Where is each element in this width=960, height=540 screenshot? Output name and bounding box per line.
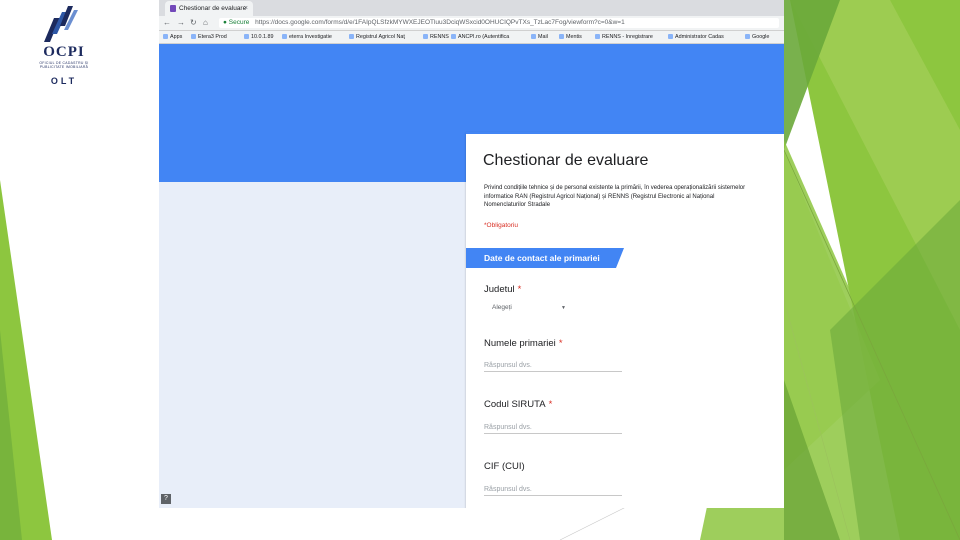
bookmarks-bar: Apps Etera3 Prod 10.0.1.89 eterra Invest… xyxy=(159,31,784,44)
back-icon[interactable]: ← xyxy=(163,17,171,29)
browser-screenshot: Chestionar de evaluare × ← → ↻ ⌂ ● Secur… xyxy=(159,0,784,508)
form-description: Privind condițiile tehnice și de persona… xyxy=(484,185,746,209)
bookmark-item[interactable]: 10.0.1.89 xyxy=(244,31,273,43)
bookmark-icon xyxy=(559,34,564,39)
bookmark-item[interactable]: Apps xyxy=(163,31,182,43)
help-icon[interactable]: ? xyxy=(161,494,171,504)
bookmark-icon xyxy=(595,34,600,39)
ocpi-emblem-icon xyxy=(44,6,78,42)
bookmark-item[interactable]: RENNS xyxy=(423,31,449,43)
home-icon[interactable]: ⌂ xyxy=(203,17,208,29)
tab-title: Chestionar de evaluare xyxy=(179,5,247,12)
browser-tab[interactable]: Chestionar de evaluare × xyxy=(165,1,253,16)
bookmark-item[interactable]: Administrator Cadas xyxy=(668,31,724,43)
chevron-down-icon: ▼ xyxy=(561,305,566,311)
bookmark-item[interactable]: Etera3 Prod xyxy=(191,31,227,43)
question-cif: CIF (CUI) xyxy=(484,461,525,472)
bookmark-icon xyxy=(191,34,196,39)
logo-county: OLT xyxy=(50,76,78,86)
tab-bar: Chestionar de evaluare × xyxy=(159,0,784,16)
bookmark-item[interactable]: RENNS - Inregistrare xyxy=(595,31,653,43)
bookmark-item[interactable]: Mentis xyxy=(559,31,582,43)
question-numele-primariei: Numele primariei * xyxy=(484,338,563,349)
form-title: Chestionar de evaluare xyxy=(483,152,649,169)
mail-icon xyxy=(531,34,536,39)
lock-icon: ● xyxy=(223,19,227,26)
question-judetul: Judetul * xyxy=(484,284,522,295)
bookmark-icon xyxy=(423,34,428,39)
bookmark-item[interactable]: ANCPI.ro (Autentifica xyxy=(451,31,509,43)
apps-icon xyxy=(163,34,168,39)
bookmark-icon xyxy=(349,34,354,39)
cif-input[interactable]: Răspunsul dvs. xyxy=(484,484,622,496)
bookmark-item[interactable]: Google xyxy=(745,31,769,43)
bookmark-icon xyxy=(244,34,249,39)
logo-subtitle: OFICIUL DE CADASTRU ȘI PUBLICITATE IMOBI… xyxy=(39,61,89,69)
secure-label: Secure xyxy=(228,19,250,26)
select-value: Alegeți xyxy=(492,304,512,311)
url-input[interactable]: ● Secure https://docs.google.com/forms/d… xyxy=(219,18,779,28)
judetul-select[interactable]: Alegeți ▼ xyxy=(484,301,570,315)
section-header: Date de contact ale primariei xyxy=(466,248,624,268)
bookmark-icon xyxy=(282,34,287,39)
bookmark-icon xyxy=(668,34,673,39)
google-forms-favicon-icon xyxy=(170,5,176,12)
bookmark-item[interactable]: Mail xyxy=(531,31,548,43)
question-codul-siruta: Codul SIRUTA * xyxy=(484,399,553,410)
bookmark-item[interactable]: Registrul Agricol Naţ xyxy=(349,31,405,43)
form-accent-bar xyxy=(466,132,784,134)
bookmark-icon xyxy=(451,34,456,39)
bookmark-item[interactable]: eterra Investigatie xyxy=(282,31,332,43)
required-star: * xyxy=(558,338,563,349)
required-star: * xyxy=(517,284,522,295)
section-title: Date de contact ale primariei xyxy=(484,253,600,263)
reload-icon[interactable]: ↻ xyxy=(190,17,197,29)
google-icon xyxy=(745,34,750,39)
codul-siruta-input[interactable]: Răspunsul dvs. xyxy=(484,422,622,434)
tab-close-icon[interactable]: × xyxy=(244,1,248,16)
required-note: *Obligatoriu xyxy=(484,222,518,229)
address-bar: ← → ↻ ⌂ ● Secure https://docs.google.com… xyxy=(159,16,784,31)
form-card: Chestionar de evaluare Privind condițiil… xyxy=(466,132,784,508)
url-text: https://docs.google.com/forms/d/e/1FAIpQ… xyxy=(255,19,625,26)
forward-icon[interactable]: → xyxy=(177,17,185,29)
required-star: * xyxy=(548,399,553,410)
numele-primariei-input[interactable]: Răspunsul dvs. xyxy=(484,360,622,372)
logo-title: OCPI xyxy=(43,44,85,60)
ocpi-logo: OCPI OFICIUL DE CADASTRU ȘI PUBLICITATE … xyxy=(30,4,98,88)
